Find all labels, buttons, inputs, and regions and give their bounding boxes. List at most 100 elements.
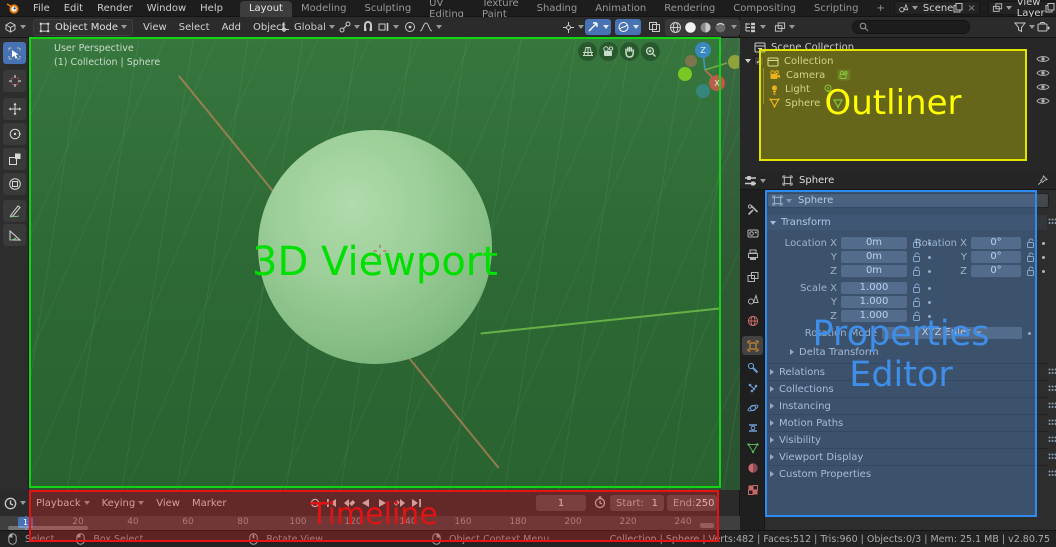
animate-dot[interactable]	[1042, 256, 1045, 259]
editor-type-timeline-icon[interactable]	[0, 497, 30, 510]
rotation-mode-select[interactable]: XYZ Euler	[882, 327, 1022, 339]
panel-visibility[interactable]: Visibility	[765, 431, 1047, 448]
show-overlays-toggle[interactable]	[585, 19, 611, 35]
tab-texture-icon[interactable]	[742, 480, 763, 499]
toggle-xray-icon[interactable]	[648, 21, 661, 33]
lock-icon[interactable]	[912, 297, 922, 307]
workspace-tab-sculpting[interactable]: Sculpting	[355, 1, 420, 17]
workspace-tab-animation[interactable]: Animation	[586, 1, 655, 17]
shading-rendered-icon[interactable]	[714, 21, 727, 34]
scene-selector[interactable]: Scene ×	[894, 1, 980, 15]
timeline-menu-view[interactable]: View	[150, 498, 186, 509]
tool-cursor[interactable]	[3, 70, 26, 92]
lock-icon[interactable]	[1026, 266, 1036, 276]
proportional-editing-icon[interactable]	[404, 21, 416, 33]
toggle-perspective-icon[interactable]	[578, 42, 597, 61]
new-view-layer-icon[interactable]	[1045, 3, 1055, 13]
zoom-view-icon[interactable]	[641, 42, 660, 61]
tab-physics-icon[interactable]	[742, 398, 763, 417]
panel-drag-handle[interactable]	[1048, 469, 1056, 480]
lock-icon[interactable]	[1026, 238, 1036, 248]
editor-type-3dview-icon[interactable]	[0, 21, 30, 33]
tab-output-icon[interactable]	[742, 245, 763, 264]
new-scene-icon[interactable]	[953, 3, 963, 13]
panel-drag-handle[interactable]	[1048, 418, 1056, 429]
timeline-ruler[interactable]: 1 20406080100120140160180200220240	[0, 516, 740, 530]
frame-end-field[interactable]: End: 250	[667, 495, 717, 511]
workspace-tab-modeling[interactable]: Modeling	[292, 1, 356, 17]
menu-window[interactable]: Window	[140, 3, 193, 14]
editor-type-properties-icon[interactable]	[740, 175, 770, 187]
tab-particles-icon[interactable]	[742, 378, 763, 397]
tool-select-box[interactable]	[3, 42, 26, 64]
animate-dot[interactable]	[928, 301, 931, 304]
scale-value-field[interactable]: 1.000	[841, 310, 907, 322]
xray-dropdown-toggle[interactable]	[615, 19, 641, 35]
hide-in-viewport-eye-icon[interactable]	[1036, 54, 1050, 68]
timeline-scrollbar-right[interactable]	[700, 523, 714, 528]
add-workspace-button[interactable]: +	[867, 1, 893, 17]
workspace-tab-rendering[interactable]: Rendering	[655, 1, 724, 17]
lock-icon[interactable]	[912, 311, 922, 321]
editor-type-outliner-icon[interactable]	[740, 21, 770, 33]
lock-icon[interactable]	[1026, 252, 1036, 262]
navigation-gizmo[interactable]: Z X	[677, 40, 739, 102]
animate-dot[interactable]	[1042, 270, 1045, 273]
tool-measure[interactable]	[3, 224, 26, 246]
tab-constraints-icon[interactable]	[742, 418, 763, 437]
tool-rotate[interactable]	[3, 123, 26, 145]
tool-move[interactable]	[3, 98, 26, 120]
blender-logo-icon[interactable]	[0, 2, 26, 14]
disclosure-icon[interactable]	[745, 59, 751, 63]
viewport-menu-select[interactable]: Select	[173, 22, 216, 33]
delta-transform-row[interactable]: Delta Transform	[765, 345, 1047, 359]
current-frame-field[interactable]: 1	[536, 495, 586, 511]
transform-orientation[interactable]: Global	[278, 21, 335, 33]
hide-in-viewport-eye-icon[interactable]	[1036, 82, 1050, 96]
menu-edit[interactable]: Edit	[57, 3, 90, 14]
tab-modifiers-icon[interactable]	[742, 358, 763, 377]
snap-target-icon[interactable]	[339, 21, 360, 33]
tool-transform[interactable]	[3, 173, 26, 195]
outliner-item-light[interactable]: Light	[769, 82, 834, 96]
panel-drag-handle[interactable]	[1048, 435, 1056, 446]
snap-with-icon[interactable]	[377, 21, 399, 33]
timeline-menu-marker[interactable]: Marker	[186, 498, 233, 509]
object-name-field[interactable]: Sphere	[767, 193, 1049, 208]
mode-selector[interactable]: Object Mode	[33, 19, 133, 36]
workspace-tab-layout[interactable]: Layout	[240, 1, 292, 17]
rotation-value-field[interactable]: 0°	[971, 265, 1021, 277]
panel-relations[interactable]: Relations	[765, 363, 1047, 380]
outliner-search-input[interactable]	[852, 20, 970, 34]
lock-icon[interactable]	[912, 283, 922, 293]
prev-keyframe-icon[interactable]	[341, 496, 356, 510]
workspace-tab-compositing[interactable]: Compositing	[724, 1, 805, 17]
play-reverse-icon[interactable]	[358, 496, 373, 510]
outliner-item-camera[interactable]: Camera	[769, 68, 851, 82]
tab-material-icon[interactable]	[742, 458, 763, 477]
view-layer-selector[interactable]: View Layer ×	[988, 1, 1056, 15]
tab-tool-icon[interactable]	[742, 200, 763, 219]
panel-motion-paths[interactable]: Motion Paths	[765, 414, 1047, 431]
next-keyframe-icon[interactable]	[392, 496, 407, 510]
panel-drag-handle[interactable]	[1048, 401, 1056, 412]
collection-checkbox[interactable]: ✓	[754, 56, 764, 66]
panel-drag-handle[interactable]	[1048, 384, 1056, 395]
outliner-display-mode-icon[interactable]	[770, 22, 799, 33]
auto-keying-icon[interactable]	[307, 496, 322, 510]
animate-dot[interactable]	[928, 315, 931, 318]
timeline-menu-playback[interactable]: Playback	[30, 498, 96, 509]
panel-instancing[interactable]: Instancing	[765, 397, 1047, 414]
rotation-value-field[interactable]: 0°	[971, 251, 1021, 263]
unlink-scene-icon[interactable]: ×	[967, 3, 975, 14]
workspace-tab-scripting[interactable]: Scripting	[805, 1, 867, 17]
transform-panel-header[interactable]: Transform	[765, 215, 1047, 230]
tab-view-layer-icon[interactable]	[742, 267, 763, 286]
workspace-tab-shading[interactable]: Shading	[528, 1, 587, 17]
menu-file[interactable]: File	[26, 3, 57, 14]
play-icon[interactable]	[375, 496, 390, 510]
tab-object-icon[interactable]	[742, 336, 763, 355]
panel-drag-handle[interactable]	[1048, 367, 1056, 378]
tab-object-data-icon[interactable]	[742, 438, 763, 457]
outliner-filter-icon[interactable]	[1014, 22, 1035, 33]
